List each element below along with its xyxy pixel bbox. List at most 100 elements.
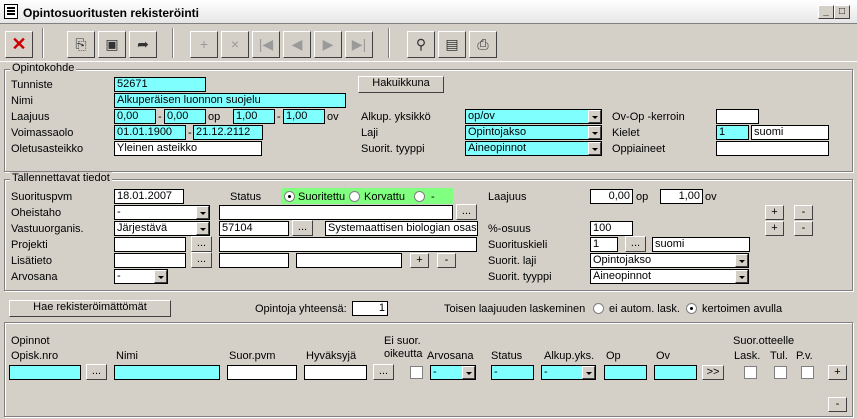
oletusasteikko-input[interactable]: Yleinen asteikko [114,141,262,156]
op-row-input[interactable] [604,365,647,380]
oheistaho-select[interactable]: - [114,205,210,220]
lisatieto-code-input[interactable] [219,253,289,268]
chevron-down-icon[interactable] [196,222,209,235]
nimi-input[interactable]: Alkuperäisen luonnon suojelu [114,93,346,108]
oheistaho-lookup-button[interactable]: ... [456,204,477,220]
opisk-nro-input[interactable] [9,365,81,380]
minimize-button[interactable]: _ [818,5,834,19]
vastuu-name-input[interactable]: Systemaattisen biologian osasto [325,221,478,236]
vastuu-remove-button[interactable]: - [794,221,813,236]
tunniste-input[interactable]: 52671 [114,77,206,92]
projekti-name-input[interactable] [219,237,477,252]
laajuus-remove-button[interactable]: - [794,205,813,220]
vastuuorg-select[interactable]: Järjestävä [114,221,210,236]
first-record-button[interactable]: |◀ [252,31,280,58]
radio-ei-autom[interactable] [593,303,604,314]
chevron-down-icon[interactable] [588,126,601,139]
vastuu-code-input[interactable]: 57104 [219,221,289,236]
suorituspvm-input[interactable]: 18.01.2007 [114,189,184,204]
row-remove-button[interactable]: - [828,397,847,412]
radio-kertoimen[interactable] [686,303,697,314]
chevron-down-icon[interactable] [735,270,748,283]
save-button[interactable]: ▣ [98,31,126,58]
suorit-tyyppi-select[interactable]: Aineopinnot [465,141,602,156]
export-button[interactable]: ➦ [129,31,157,58]
vastuu-lookup-button[interactable]: ... [292,220,313,236]
hae-rekisteroimattomat-button[interactable]: Hae rekisteröimättömät [9,300,171,317]
vastuu-add-button[interactable]: + [765,221,784,236]
lask-checkbox[interactable] [744,366,757,379]
lisatieto-add-button[interactable]: + [410,253,429,268]
ei-suor-checkbox[interactable] [410,366,423,379]
voimassa-to-input[interactable]: 21.12.2112 [193,125,263,140]
laajuus-min-ov-input[interactable]: 1,00 [233,109,275,124]
laajuus-ov-input[interactable]: 1,00 [660,189,703,204]
suorit-laji-select[interactable]: Opintojakso [590,253,749,268]
chevron-down-icon[interactable] [588,110,601,123]
ovop-input[interactable] [716,109,759,124]
suorit-tyyppi-select-2[interactable]: Aineopinnot [590,269,749,284]
arvosana-row-select[interactable]: - [430,365,476,380]
last-record-button[interactable]: ▶| [345,31,373,58]
tunniste-label: Tunniste [11,79,53,91]
radio-korvattu[interactable] [349,191,360,202]
add-record-button[interactable]: + [190,31,218,58]
suorituskieli-code-input[interactable]: 1 [590,237,618,252]
chevron-down-icon[interactable] [462,366,475,379]
chevron-down-icon[interactable] [582,366,595,379]
kieli-code-input[interactable]: 1 [716,125,749,140]
laajuus-add-button[interactable]: + [765,205,784,220]
copy-button[interactable]: ⎘ [67,31,95,58]
next-row-button[interactable]: >> [702,365,724,380]
search-button[interactable]: ⚲ [407,31,435,58]
projekti-lookup-button[interactable]: ... [191,236,212,252]
arvosana-select[interactable]: - [114,269,168,284]
lisatieto-lookup-button[interactable]: ... [191,252,212,268]
hakuikkuna-button[interactable]: Hakuikkuna [358,76,444,93]
osuus-input[interactable]: 100 [590,221,633,236]
pv-checkbox[interactable] [801,366,814,379]
suor-pvm-input[interactable] [227,365,297,380]
next-record-button[interactable]: ▶ [314,31,342,58]
voimassa-from-input[interactable]: 01.01.1900 [114,125,186,140]
laji-select[interactable]: Opintojakso [465,125,602,140]
col-nimi: Nimi [116,350,138,362]
laajuus-max-ov-input[interactable]: 1,00 [283,109,325,124]
chevron-down-icon[interactable] [154,270,167,283]
nimi-row-input[interactable] [114,365,220,380]
delete-button[interactable]: ✕ [5,31,33,58]
status-row-input[interactable]: - [491,365,534,380]
lisatieto-input[interactable] [114,253,186,268]
oppiaineet-input[interactable] [716,141,829,156]
chevron-down-icon[interactable] [588,142,601,155]
prev-record-button[interactable]: ◀ [283,31,311,58]
oheistaho-label: Oheistaho [11,207,62,219]
chevron-down-icon[interactable] [735,254,748,267]
hyvaksyja-lookup-button[interactable]: ... [373,364,394,380]
laajuus-op-input[interactable]: 0,00 [590,189,633,204]
oheistaho-name-input[interactable] [219,205,453,220]
lisatieto-text-input[interactable] [296,253,402,268]
list-button[interactable]: ▤ [438,31,466,58]
radio-none[interactable] [414,191,425,202]
chevron-down-icon[interactable] [196,206,209,219]
ov-row-input[interactable] [654,365,697,380]
row-add-button[interactable]: + [828,365,847,380]
suorituskieli-input[interactable]: suomi [652,237,750,252]
remove-record-button[interactable]: × [221,31,249,58]
alkup-select[interactable]: op/ov [465,109,602,124]
laajuus-min-op-input[interactable]: 0,00 [114,109,156,124]
maximize-button[interactable]: □ [834,5,850,19]
hyvaksyja-input[interactable] [304,365,367,380]
projekti-input[interactable] [114,237,186,252]
radio-suoritettu[interactable] [284,191,295,202]
print-button[interactable]: ⎙ [469,31,497,58]
opisk-lookup-button[interactable]: ... [86,364,107,380]
suorit-laji-value: Opintojakso [593,254,652,266]
kieli-input[interactable]: suomi [751,125,829,140]
suorituskieli-lookup-button[interactable]: ... [625,236,646,252]
tul-checkbox[interactable] [774,366,787,379]
alkup-row-select[interactable]: - [541,365,596,380]
laajuus-max-op-input[interactable]: 0,00 [164,109,206,124]
lisatieto-remove-button[interactable]: - [437,253,456,268]
